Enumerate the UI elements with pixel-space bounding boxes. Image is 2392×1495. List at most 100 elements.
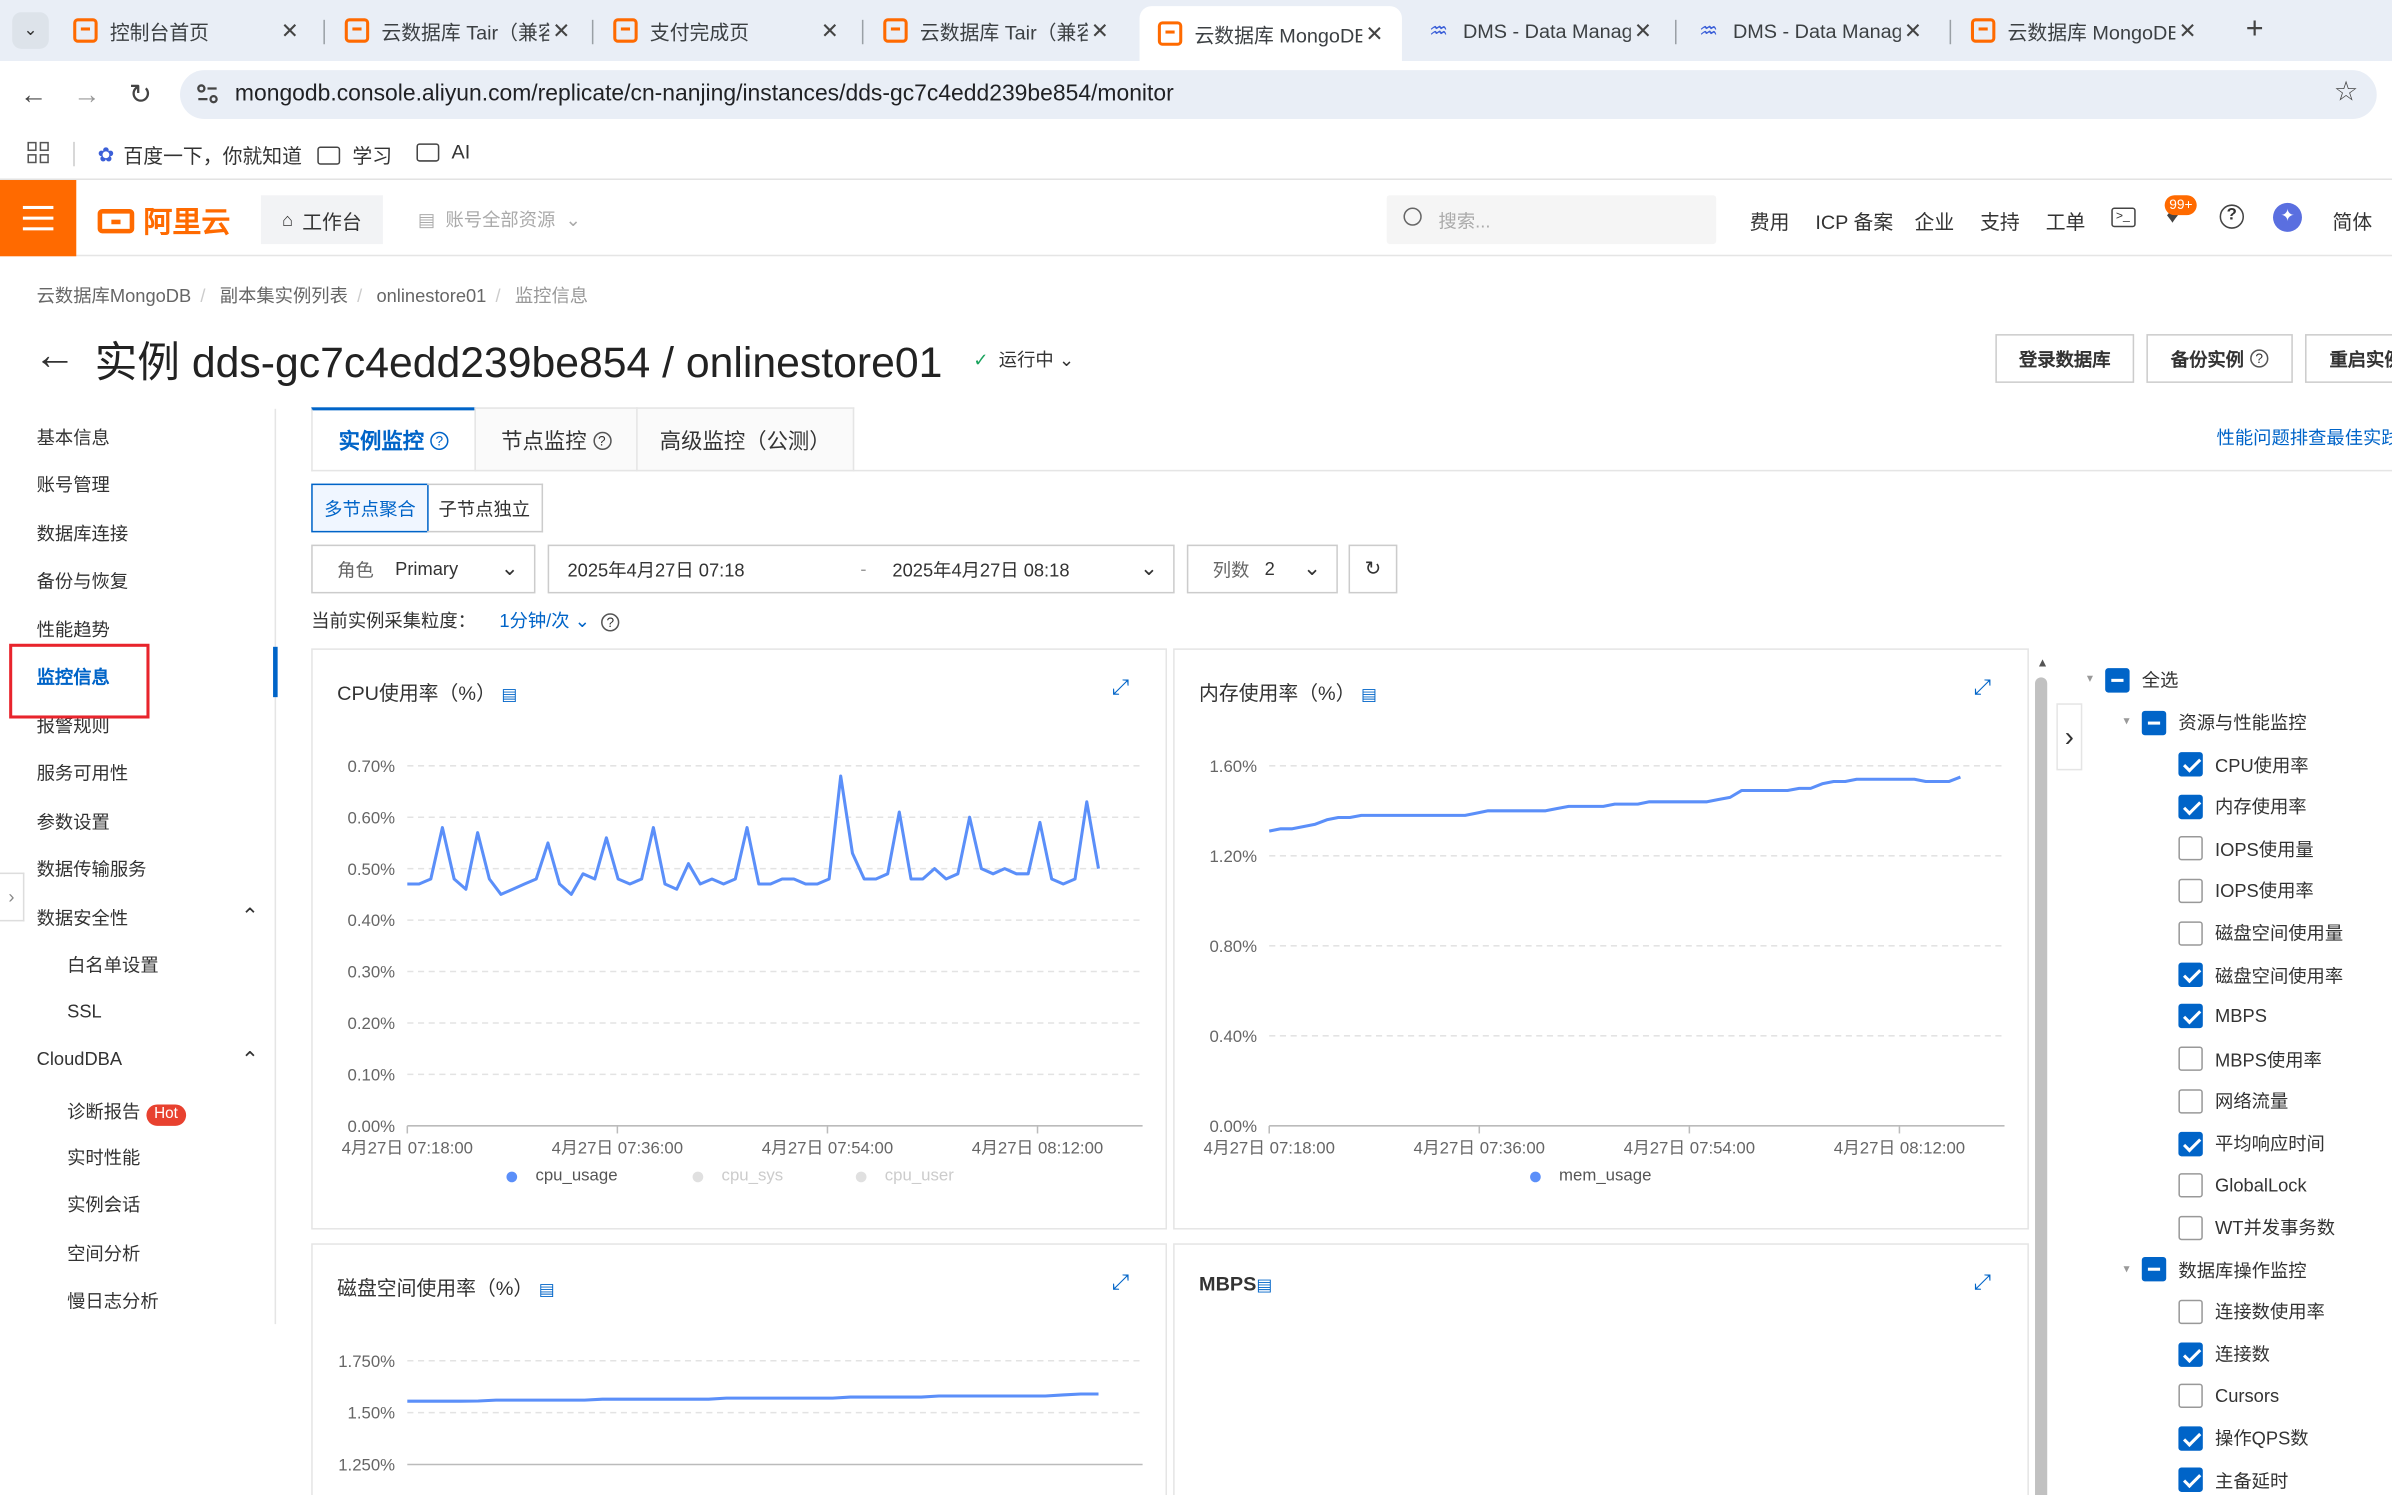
site-settings-icon[interactable] [195, 82, 219, 106]
cloud-shell-icon[interactable]: >_ [2111, 207, 2136, 228]
metric-item-0-0[interactable]: CPU使用率 [2178, 751, 2309, 777]
checkbox[interactable] [2178, 962, 2203, 988]
bookmark-star-icon[interactable]: ☆ [2334, 76, 2359, 108]
header-link-support[interactable]: 支持 [1980, 206, 2020, 235]
metric-item-0-8[interactable]: 网络流量 [2178, 1088, 2288, 1114]
columns-select[interactable]: 列数 2 ⌄ [1186, 544, 1338, 594]
sidebar-item-4[interactable]: 性能趋势 [37, 616, 110, 642]
metric-item-1-2[interactable]: Cursors [2178, 1383, 2279, 1408]
sidebar-item-0[interactable]: 基本信息 [37, 424, 110, 450]
tab-node-monitor[interactable]: 节点监控? [474, 407, 638, 472]
header-link-fees[interactable]: 费用 [1750, 206, 1790, 235]
hamburger-menu-icon[interactable] [0, 180, 77, 257]
sidebar-subitem-clouddba-3[interactable]: 空间分析 [67, 1240, 140, 1266]
sidebar-subitem-clouddba-4[interactable]: 慢日志分析 [67, 1288, 159, 1314]
tree-caret-icon[interactable]: ▾ [2087, 671, 2093, 685]
legend-item[interactable]: cpu_user [855, 1167, 954, 1185]
back-arrow-icon[interactable]: ← [15, 76, 52, 113]
breadcrumb-instance[interactable]: onlinestore01 [376, 285, 486, 306]
resource-selector[interactable]: ▤ 账号全部资源 ⌄ [418, 206, 581, 232]
scrollbar-thumb[interactable] [2035, 677, 2048, 1495]
checkbox[interactable] [2178, 1131, 2203, 1156]
segment-multi-node[interactable]: 多节点聚合 [311, 483, 429, 533]
sidebar-item-3[interactable]: 备份与恢复 [37, 567, 129, 593]
backup-instance-button[interactable]: 备份实例? [2146, 334, 2293, 383]
checkbox[interactable] [2178, 1383, 2203, 1408]
sidebar-item-2[interactable]: 数据库连接 [37, 520, 129, 546]
close-icon[interactable]: ✕ [1901, 18, 1925, 44]
sidebar-group-security[interactable]: 数据安全性 [37, 905, 129, 931]
aliyun-logo[interactable]: 阿里云 [97, 200, 230, 241]
close-icon[interactable]: ✕ [818, 18, 842, 44]
sidebar-subitem-clouddba-2[interactable]: 实例会话 [67, 1191, 140, 1217]
metric-item-0-5[interactable]: 磁盘空间使用率 [2178, 962, 2343, 988]
bookmark-baidu[interactable]: ✿ 百度一下，你就知道 [98, 140, 302, 169]
browser-tab[interactable]: 云数据库 Tair（兼容 ✕ [865, 6, 1127, 55]
metric-item-1-4[interactable]: 主备延时 [2178, 1467, 2288, 1493]
tab-advanced-monitor[interactable]: 高级监控（公测） [636, 407, 855, 472]
metric-item-1-1[interactable]: 连接数 [2178, 1341, 2270, 1367]
console-search-input[interactable]: 搜索... [1386, 195, 1717, 245]
checkbox[interactable] [2178, 1215, 2203, 1240]
metric-group-0[interactable]: 资源与性能监控 [2141, 709, 2307, 735]
sidebar-item-7[interactable]: 服务可用性 [37, 760, 129, 786]
sidebar-subitem-security-0[interactable]: 白名单设置 [67, 952, 159, 978]
metric-item-0-2[interactable]: IOPS使用量 [2178, 836, 2314, 862]
checkbox[interactable] [2178, 1172, 2203, 1197]
sidebar-collapse-handle[interactable]: › [0, 872, 25, 922]
metric-item-0-10[interactable]: GlobalLock [2178, 1172, 2307, 1197]
checkbox[interactable] [2178, 1004, 2203, 1029]
header-link-icp[interactable]: ICP 备案 [1815, 206, 1893, 235]
checkbox[interactable] [2178, 920, 2203, 946]
tree-caret-icon[interactable]: ▾ [2123, 714, 2129, 728]
browser-tab[interactable]: ♒ DMS - Data Manag ✕ [1408, 6, 1670, 55]
select-all-checkbox[interactable]: 全选 [2105, 667, 2178, 693]
chevron-up-icon[interactable]: ⌃ [241, 1046, 259, 1072]
scroll-up-arrow-icon[interactable]: ▲ [2037, 656, 2049, 670]
tree-caret-icon[interactable]: ▾ [2123, 1261, 2129, 1275]
bookmark-folder-study[interactable]: 学习 [317, 140, 392, 169]
restart-instance-button[interactable]: 重启实例 [2305, 334, 2392, 383]
close-icon[interactable]: ✕ [1088, 18, 1112, 44]
charts-scrollbar[interactable]: ▲ [2035, 656, 2049, 1495]
legend-item[interactable]: cpu_usage [506, 1167, 618, 1185]
help-icon[interactable]: ? [601, 613, 620, 632]
doc-icon[interactable]: ▤ [1256, 1277, 1272, 1295]
new-tab-plus-icon[interactable]: + [2236, 12, 2273, 49]
close-icon[interactable]: ✕ [278, 18, 302, 44]
reload-icon[interactable]: ↻ [122, 76, 159, 113]
apps-grid-icon[interactable] [27, 141, 49, 164]
metric-item-0-11[interactable]: WT并发事务数 [2178, 1215, 2335, 1241]
close-icon[interactable]: ✕ [2175, 18, 2199, 44]
browser-tab[interactable]: 云数据库 Tair（兼容 ✕ [326, 6, 588, 55]
metric-group-1[interactable]: 数据库操作监控 [2141, 1257, 2307, 1283]
language-switch[interactable]: 简体 [2332, 206, 2372, 235]
checkbox[interactable] [2178, 836, 2203, 861]
sidebar-subitem-security-1[interactable]: SSL [67, 1001, 102, 1022]
close-icon[interactable]: ✕ [1362, 21, 1386, 47]
login-database-button[interactable]: 登录数据库 [1995, 334, 2135, 383]
checkbox[interactable] [2178, 1299, 2203, 1324]
checkbox[interactable] [2178, 878, 2203, 903]
breadcrumb-instance-list[interactable]: 副本集实例列表 [220, 285, 348, 306]
metric-item-1-0[interactable]: 连接数使用率 [2178, 1299, 2325, 1325]
browser-tab[interactable]: 云数据库 MongoDB ✕ [1139, 6, 1402, 62]
time-range-picker[interactable]: 2025年4月27日 07:18 - 2025年4月27日 08:18 ⌄ [547, 544, 1175, 594]
header-link-ticket[interactable]: 工单 [2046, 206, 2086, 235]
checkbox[interactable] [2178, 1425, 2203, 1451]
sidebar-item-1[interactable]: 账号管理 [37, 471, 110, 497]
workbench-button[interactable]: ⌂ 工作台 [260, 195, 383, 245]
segment-single-node[interactable]: 子节点独立 [427, 483, 544, 533]
best-practice-link[interactable]: 性能问题排查最佳实践 [2217, 424, 2392, 450]
browser-tab[interactable]: 控制台首页 ✕ [55, 6, 317, 55]
browser-tab[interactable]: ♒ DMS - Data Manag ✕ [1678, 6, 1940, 55]
chevron-down-icon[interactable]: ⌄ [575, 610, 590, 631]
breadcrumb-mongodb[interactable]: 云数据库MongoDB [37, 285, 192, 306]
checkbox[interactable] [2178, 1341, 2203, 1367]
legend-item[interactable]: cpu_sys [692, 1167, 783, 1185]
granularity-value[interactable]: 1分钟/次 [499, 610, 569, 631]
status-badge[interactable]: ✓ 运行中 ⌄ [973, 346, 1074, 372]
checkbox[interactable] [2178, 1046, 2203, 1072]
sidebar-item-9[interactable]: 数据传输服务 [37, 856, 147, 882]
checkbox[interactable] [2178, 1089, 2203, 1114]
